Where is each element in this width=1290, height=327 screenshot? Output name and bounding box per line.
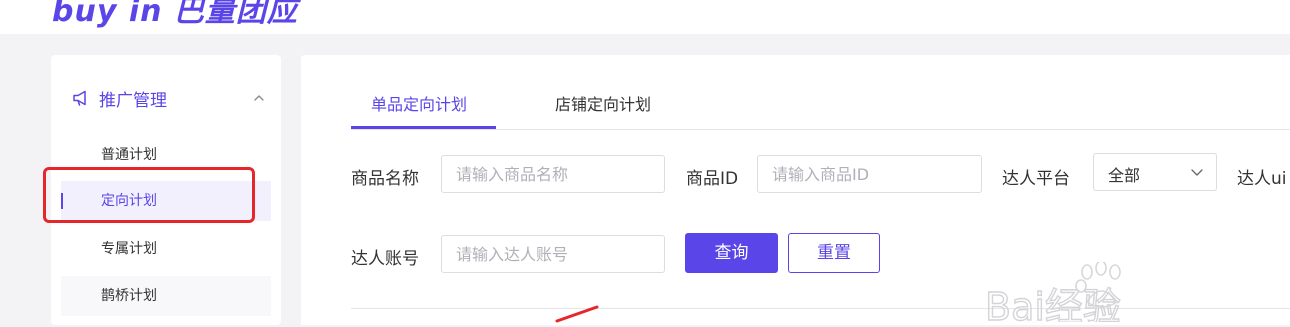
platform-select[interactable]: 全部 <box>1093 153 1217 191</box>
talent-uid-label: 达人ui <box>1237 169 1287 189</box>
sidebar: 推广管理 普通计划 定向计划 专属计划 鹊桥计划 <box>43 55 281 325</box>
sidebar-group-promotion[interactable]: 推广管理 <box>71 83 266 113</box>
section-divider <box>351 308 1290 309</box>
platform-label: 达人平台 <box>1002 169 1070 189</box>
chevron-up-icon[interactable] <box>252 90 266 109</box>
sidebar-item-label: 专属计划 <box>101 241 157 257</box>
reset-button[interactable]: 重置 <box>788 233 880 273</box>
talent-account-input[interactable] <box>441 235 665 273</box>
product-name-input[interactable] <box>441 155 665 193</box>
sidebar-item-exclusive-plan[interactable]: 专属计划 <box>61 229 271 269</box>
sidebar-item-label: 鹊桥计划 <box>101 288 157 304</box>
megaphone-icon <box>71 88 91 108</box>
tab-store-plan[interactable]: 店铺定向计划 <box>555 91 651 115</box>
highlight-annotation <box>43 167 255 223</box>
talent-account-label: 达人账号 <box>351 249 419 269</box>
main-panel: 单品定向计划 店铺定向计划 商品名称 商品ID 达人平台 全部 达人ui 达人账… <box>301 55 1290 325</box>
product-id-label: 商品ID <box>686 169 739 189</box>
product-id-input[interactable] <box>757 155 982 193</box>
platform-select-value: 全部 <box>1108 166 1141 185</box>
sidebar-item-queqiao-plan[interactable]: 鹊桥计划 <box>61 276 271 316</box>
chevron-down-icon <box>1190 164 1204 183</box>
top-bar: buy in 巴量团应 <box>0 0 1290 34</box>
tab-single-product-plan[interactable]: 单品定向计划 <box>371 91 467 115</box>
brand-logo[interactable]: buy in 巴量团应 <box>52 0 298 30</box>
query-button[interactable]: 查询 <box>685 233 778 273</box>
product-name-label: 商品名称 <box>351 169 419 189</box>
tab-active-underline <box>351 126 496 129</box>
tab-bar: 单品定向计划 店铺定向计划 <box>351 55 1290 130</box>
sidebar-group-label: 推广管理 <box>99 90 167 111</box>
